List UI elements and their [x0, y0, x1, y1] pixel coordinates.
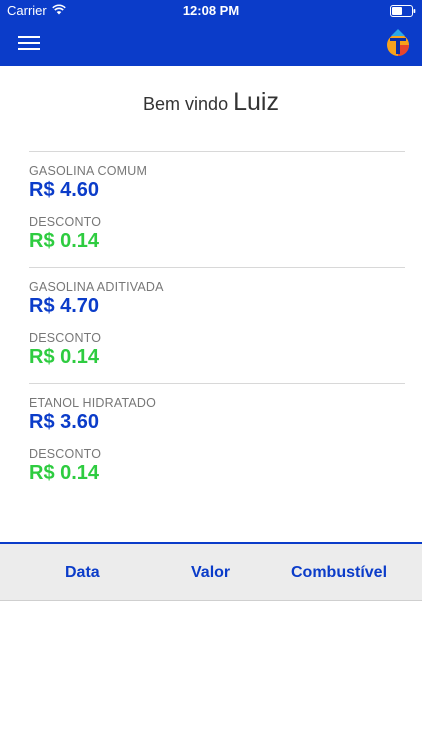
- column-header-date[interactable]: Data: [65, 564, 100, 582]
- discount-label: DESCONTO: [29, 215, 102, 229]
- discount-value: R$ 0.14: [29, 230, 100, 252]
- fuel-name: GASOLINA COMUM: [29, 164, 148, 178]
- welcome-message: Bem vindo Luiz: [0, 88, 422, 117]
- discount-label: DESCONTO: [29, 331, 102, 345]
- fuel-price: R$ 4.60: [29, 179, 100, 201]
- discount-label: DESCONTO: [29, 447, 102, 461]
- greeting-text: Bem vindo: [143, 94, 229, 114]
- status-bar: Carrier 12:08 PM: [0, 0, 422, 22]
- discount-value: R$ 0.14: [29, 462, 100, 484]
- divider: [29, 383, 405, 384]
- fuel-name: ETANOL HIDRATADO: [29, 396, 157, 410]
- fuel-name: GASOLINA ADITIVADA: [29, 280, 164, 294]
- divider: [29, 151, 405, 152]
- discount-value: R$ 0.14: [29, 346, 100, 368]
- user-name: Luiz: [233, 88, 279, 116]
- table-header: Data Valor Combustível: [0, 542, 422, 601]
- status-time: 12:08 PM: [182, 3, 240, 18]
- column-header-value[interactable]: Valor: [191, 564, 230, 582]
- column-header-fuel[interactable]: Combustível: [291, 564, 387, 582]
- top-bar: Carrier 12:08 PM: [0, 0, 422, 66]
- fuel-price: R$ 4.70: [29, 295, 100, 317]
- hamburger-menu-icon[interactable]: [18, 36, 40, 52]
- app-logo-icon: [384, 28, 412, 63]
- battery-icon: [390, 5, 416, 20]
- fuel-price: R$ 3.60: [29, 411, 100, 433]
- divider: [29, 267, 405, 268]
